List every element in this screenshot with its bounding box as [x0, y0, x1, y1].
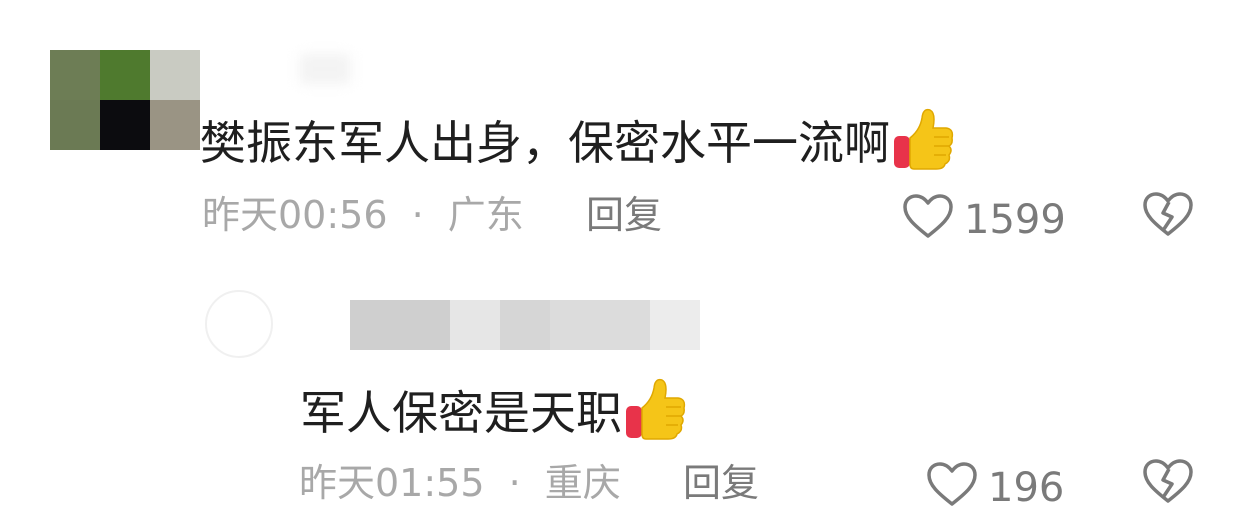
separator: · [411, 193, 424, 237]
comment-time: 昨天00:56 [202, 193, 388, 237]
broken-heart-icon [1143, 459, 1193, 503]
reply-body: 军人保密是天职 [300, 385, 622, 440]
reply-button[interactable]: 回复 [683, 464, 759, 502]
reply-avatar[interactable] [205, 290, 273, 358]
reply-username-redacted[interactable] [350, 300, 700, 350]
comment-text: 樊振东军人出身，保密水平一流啊 [200, 106, 954, 179]
like-count: 196 [988, 464, 1065, 511]
separator: · [508, 461, 521, 505]
comment-location: 广东 [447, 193, 524, 237]
thumbs-up-icon [892, 106, 954, 179]
reply-text: 军人保密是天职 [300, 376, 686, 449]
username-redacted[interactable] [300, 54, 350, 84]
reply-button[interactable]: 回复 [586, 196, 662, 234]
like-button[interactable]: 1599 [902, 193, 1066, 246]
reply-meta: 昨天01:55 · 重庆 [299, 464, 621, 502]
broken-heart-icon [1143, 192, 1193, 236]
dislike-button[interactable] [1142, 191, 1194, 241]
heart-icon [902, 193, 954, 246]
comment-body: 樊振东军人出身，保密水平一流啊 [200, 115, 890, 170]
reply-location: 重庆 [544, 461, 621, 505]
comment-meta: 昨天00:56 · 广东 [202, 196, 524, 234]
reply-time: 昨天01:55 [299, 461, 485, 505]
heart-icon [926, 461, 978, 514]
thumbs-up-icon [624, 376, 686, 449]
like-count: 1599 [964, 196, 1066, 243]
avatar[interactable] [50, 50, 200, 150]
dislike-button[interactable] [1142, 458, 1194, 508]
like-button[interactable]: 196 [926, 461, 1064, 514]
